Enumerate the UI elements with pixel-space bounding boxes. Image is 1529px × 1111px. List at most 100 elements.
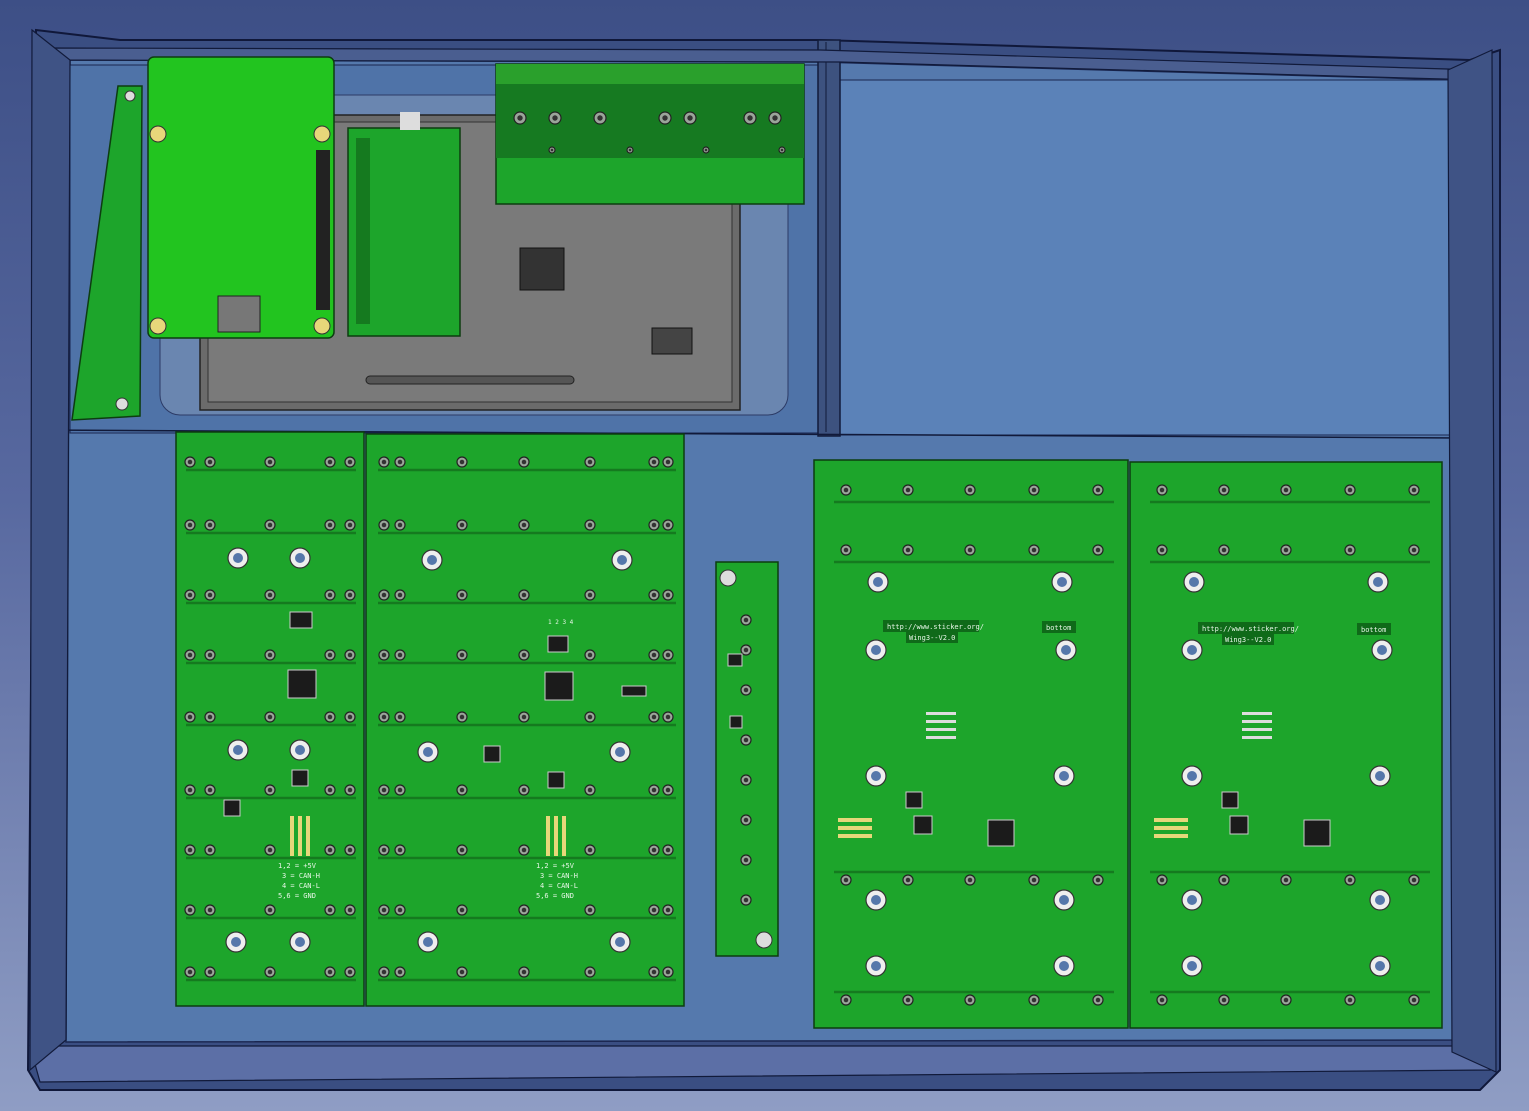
pcb-pad-hole bbox=[651, 969, 657, 975]
pcb-pad-hole bbox=[397, 907, 403, 913]
mounting-hole-center bbox=[423, 747, 433, 757]
enclosure-left-rim bbox=[29, 28, 71, 1072]
mounting-hole-center bbox=[1057, 577, 1067, 587]
pcb-pad-hole bbox=[207, 969, 213, 975]
pcb-pad-hole bbox=[207, 459, 213, 465]
pcb-pad-hole bbox=[1031, 877, 1037, 883]
pcb-pad-hole bbox=[459, 907, 465, 913]
ic-chip bbox=[1221, 791, 1239, 809]
pcb-pad-hole bbox=[207, 652, 213, 658]
pcb-pad-hole bbox=[347, 459, 353, 465]
pcb-pad-hole bbox=[347, 652, 353, 658]
pcb-pad-hole bbox=[743, 817, 749, 823]
header-pin bbox=[290, 816, 294, 856]
pcb-pad-hole bbox=[459, 522, 465, 528]
pcb-pad-hole bbox=[1347, 997, 1353, 1003]
ic-chip bbox=[621, 685, 647, 697]
pcb-pad-hole bbox=[381, 592, 387, 598]
pcb-pad-hole bbox=[587, 714, 593, 720]
pcb-pad-hole bbox=[381, 787, 387, 793]
mounting-hole-center bbox=[233, 553, 243, 563]
mounting-hole-center bbox=[1187, 895, 1197, 905]
mounting-hole-center bbox=[871, 895, 881, 905]
pcb-pad-hole bbox=[628, 148, 632, 152]
pcb-pad-hole bbox=[207, 714, 213, 720]
pinout-mid-line-3: 4 = CAN-L bbox=[540, 882, 578, 890]
adapter-board bbox=[347, 112, 461, 337]
pcb-pad-hole bbox=[397, 847, 403, 853]
pcb-pad-hole bbox=[187, 787, 193, 793]
pcb-pad-hole bbox=[1095, 877, 1101, 883]
pcb-pad-hole bbox=[327, 847, 333, 853]
mounting-hole-center bbox=[871, 645, 881, 655]
pcb-pad-hole bbox=[743, 777, 749, 783]
header-pin bbox=[1154, 826, 1188, 830]
mounting-hole-center bbox=[295, 745, 305, 755]
mounting-hole-center bbox=[1059, 771, 1069, 781]
cad-3d-viewport[interactable]: 1,2 = +5V 3 = CAN-H 4 = CAN-L 5,6 = GND … bbox=[0, 0, 1529, 1111]
pcb-pad-hole bbox=[327, 592, 333, 598]
upper-right-compartment bbox=[837, 79, 1451, 436]
ic-chip bbox=[729, 715, 743, 729]
pcb-pad-hole bbox=[327, 652, 333, 658]
pcb-pad-hole bbox=[587, 522, 593, 528]
pcb-pad-hole bbox=[459, 847, 465, 853]
pcb-pad-hole bbox=[905, 487, 911, 493]
mounting-hole-center bbox=[1377, 645, 1387, 655]
header-pin bbox=[1242, 712, 1272, 715]
ic-chip bbox=[291, 769, 309, 787]
wing-right-side: bottom bbox=[1361, 626, 1386, 634]
pcb-pad-hole bbox=[267, 652, 273, 658]
pcb-pad-hole bbox=[587, 592, 593, 598]
pinout-left-line-1: 1,2 = +5V bbox=[278, 862, 317, 870]
pcb-pad-hole bbox=[347, 787, 353, 793]
pcb-pad-hole bbox=[397, 459, 403, 465]
pcb-pad-hole bbox=[587, 847, 593, 853]
wing-right-url: http://www.sticker.org/ bbox=[1202, 625, 1299, 633]
pcb-pad-hole bbox=[665, 522, 671, 528]
pcb-pad-hole bbox=[187, 714, 193, 720]
ic-chip bbox=[547, 771, 565, 789]
pcb-pad-hole bbox=[347, 969, 353, 975]
pcb-pad-hole bbox=[1159, 877, 1165, 883]
pcb-pad-hole bbox=[397, 652, 403, 658]
pcb-pad-hole bbox=[665, 787, 671, 793]
pcb-pad-hole bbox=[1411, 877, 1417, 883]
pcb-pad-hole bbox=[1411, 997, 1417, 1003]
header-pin bbox=[546, 816, 550, 856]
pinout-mid-line-1: 1,2 = +5V bbox=[536, 862, 575, 870]
pcb-pad-hole bbox=[347, 522, 353, 528]
pcb-pad-hole bbox=[1347, 877, 1353, 883]
pcb-pad-hole bbox=[459, 969, 465, 975]
pcb-pad-hole bbox=[967, 997, 973, 1003]
pcb-pad-hole bbox=[187, 847, 193, 853]
pcb-pad-hole bbox=[905, 877, 911, 883]
pcb-pad-hole bbox=[665, 714, 671, 720]
pcb-pad-hole bbox=[743, 897, 749, 903]
mounting-hole-center bbox=[1373, 577, 1383, 587]
pcb-pad-hole bbox=[187, 522, 193, 528]
ic-chip bbox=[727, 653, 743, 667]
pcb-pad-hole bbox=[1283, 877, 1289, 883]
chip-pin-label: 1 2 3 4 bbox=[548, 619, 574, 626]
pcb-pad-hole bbox=[1095, 487, 1101, 493]
pcb-pad-hole bbox=[747, 115, 753, 121]
header-pin bbox=[1154, 818, 1188, 822]
pcb-pad-hole bbox=[459, 459, 465, 465]
pcb-pad-hole bbox=[1095, 547, 1101, 553]
mounting-hole-center bbox=[1187, 645, 1197, 655]
pcb-pad-hole bbox=[662, 115, 668, 121]
pcb-pad-hole bbox=[651, 522, 657, 528]
pcb-pad-hole bbox=[459, 652, 465, 658]
pcb-pad-hole bbox=[651, 847, 657, 853]
pcb-pad-hole bbox=[381, 969, 387, 975]
pcb-pad-hole bbox=[651, 592, 657, 598]
header-pin bbox=[926, 736, 956, 739]
pcb-pad-hole bbox=[327, 522, 333, 528]
pcb-pad-hole bbox=[327, 714, 333, 720]
pcb-pad-hole bbox=[187, 907, 193, 913]
mounting-hole-center bbox=[1375, 961, 1385, 971]
wing-left-side: bottom bbox=[1046, 624, 1071, 632]
header-pin bbox=[562, 816, 566, 856]
pcb-pad-hole bbox=[587, 969, 593, 975]
